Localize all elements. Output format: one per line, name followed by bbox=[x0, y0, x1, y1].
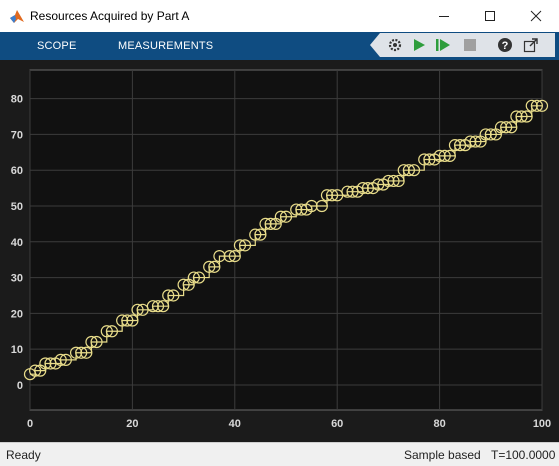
y-tick-label: 10 bbox=[11, 344, 23, 356]
step-forward-button[interactable] bbox=[434, 36, 452, 54]
run-icon bbox=[414, 39, 425, 51]
tab-measurements[interactable]: MEASUREMENTS bbox=[118, 40, 213, 52]
x-tick-label: 100 bbox=[533, 418, 551, 430]
settings-gear-button[interactable] bbox=[386, 36, 404, 54]
tab-scope[interactable]: SCOPE bbox=[37, 40, 77, 52]
stop-button[interactable] bbox=[461, 36, 479, 54]
help-button[interactable]: ? bbox=[496, 36, 514, 54]
y-tick-label: 40 bbox=[11, 237, 23, 249]
x-tick-label: 40 bbox=[229, 418, 241, 430]
y-tick-label: 80 bbox=[11, 94, 23, 106]
svg-text:?: ? bbox=[502, 40, 509, 52]
y-tick-label: 20 bbox=[11, 308, 23, 320]
x-tick-label: 0 bbox=[27, 418, 33, 430]
step-forward-icon bbox=[436, 39, 450, 51]
title-bar: Resources Acquired by Part A bbox=[0, 0, 559, 32]
undock-button[interactable] bbox=[522, 36, 540, 54]
sample-mode-text: Sample based bbox=[404, 448, 481, 462]
close-button[interactable] bbox=[513, 0, 559, 32]
simulation-time-text: T=100.0000 bbox=[491, 448, 556, 462]
scope-chart[interactable]: 0 20 40 60 80 100 0 10 20 30 40 50 60 70 80 bbox=[0, 60, 559, 442]
y-tick-label: 0 bbox=[17, 380, 23, 392]
y-tick-label: 30 bbox=[11, 273, 23, 285]
plot-axes-box bbox=[29, 69, 543, 411]
maximize-button[interactable] bbox=[467, 0, 513, 32]
close-icon bbox=[530, 10, 542, 22]
help-icon: ? bbox=[498, 38, 512, 52]
status-bar: Ready Sample based T=100.0000 bbox=[0, 442, 559, 466]
status-text: Ready bbox=[6, 448, 41, 462]
x-tick-label: 60 bbox=[331, 418, 343, 430]
matlab-logo-icon bbox=[10, 10, 24, 23]
window-title: Resources Acquired by Part A bbox=[30, 9, 190, 23]
y-tick-label: 60 bbox=[11, 165, 23, 177]
y-tick-label: 50 bbox=[11, 201, 23, 213]
maximize-icon bbox=[485, 11, 495, 21]
minimize-button[interactable] bbox=[421, 0, 467, 32]
scope-display: 0 20 40 60 80 100 0 10 20 30 40 50 60 70 80 bbox=[0, 60, 559, 442]
x-tick-label: 80 bbox=[433, 418, 445, 430]
minimize-icon bbox=[439, 16, 449, 17]
settings-gear-icon bbox=[388, 38, 402, 52]
y-tick-label: 70 bbox=[11, 129, 23, 141]
stop-icon bbox=[464, 39, 476, 51]
x-tick-label: 20 bbox=[126, 418, 138, 430]
run-button[interactable] bbox=[410, 36, 428, 54]
undock-icon bbox=[523, 38, 538, 53]
